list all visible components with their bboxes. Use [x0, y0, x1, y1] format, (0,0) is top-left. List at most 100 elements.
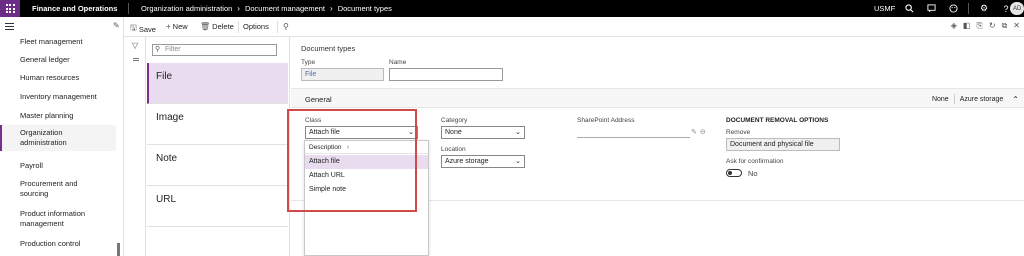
divider	[968, 3, 969, 14]
ask-confirmation-value: No	[748, 169, 758, 178]
nav-item-label: Human resources	[20, 73, 80, 82]
list-item-file[interactable]: File	[147, 63, 288, 104]
summary-category: None	[931, 95, 949, 103]
type-label: Type	[301, 59, 316, 66]
chevron-right-icon: ›	[237, 4, 240, 13]
general-title: General	[305, 95, 332, 104]
nav-item-label: administration	[20, 138, 67, 147]
save-button[interactable]: 🖫 Save	[130, 22, 156, 36]
filter-icon[interactable]: ▽	[132, 41, 138, 50]
filter-strip: ▽	[124, 37, 146, 256]
location-select[interactable]: Azure storage ⌄	[441, 155, 525, 168]
page-tools: ◈ ◧ ⎘ ↻ ⧉ ✕	[951, 21, 1020, 31]
action-search-button[interactable]: ⚲	[283, 22, 289, 31]
action-pane: 🖫 Save + New 🗑 Delete Options ⚲ ◈ ◧ ⎘ ↻ …	[124, 17, 1024, 37]
new-label: New	[172, 22, 188, 31]
nav-item-label: Fleet management	[20, 37, 83, 46]
list-item-label: File	[156, 71, 173, 82]
nav-item-label: Payroll	[20, 161, 43, 170]
top-bar: Finance and Operations Organization admi…	[0, 0, 1024, 17]
nav-item-organization-administration[interactable]: Organization administration	[0, 125, 116, 151]
nav-scrollbar[interactable]	[117, 243, 120, 256]
nav-item-procurement-and-sourcing[interactable]: Procurement and sourcing	[0, 179, 78, 199]
pin-icon[interactable]: ✎	[113, 21, 120, 30]
plus-icon: +	[166, 22, 171, 31]
nav-item-label: management	[20, 219, 64, 228]
category-select[interactable]: None ⌄	[441, 126, 525, 139]
diamond-icon[interactable]: ◈	[951, 21, 957, 31]
nav-item-label: General ledger	[20, 55, 70, 64]
chevron-right-icon: ›	[330, 4, 333, 13]
gear-icon[interactable]: ⚙	[977, 2, 991, 15]
chat-icon[interactable]	[924, 2, 938, 15]
app-name[interactable]: Finance and Operations	[32, 4, 117, 13]
breadcrumb-item[interactable]: Document types	[338, 4, 392, 13]
open-new-window-icon[interactable]: ⧉	[1002, 21, 1008, 31]
nav-item-inventory-management[interactable]: Inventory management	[0, 92, 97, 102]
new-button[interactable]: + New	[166, 22, 188, 31]
ask-confirmation-toggle[interactable]	[726, 169, 742, 177]
attachment-icon[interactable]: ⎘	[976, 21, 982, 31]
general-fasttab-header[interactable]: General None Azure storage ⌃	[291, 88, 1024, 108]
sharepoint-address-field[interactable]	[577, 126, 690, 138]
filter-placeholder: Filter	[165, 46, 181, 53]
delete-button[interactable]: 🗑 Delete	[200, 22, 234, 31]
highlight-annotation	[287, 109, 417, 212]
location-label: Location	[441, 146, 466, 153]
list-view-icon[interactable]	[133, 58, 139, 62]
nav-item-human-resources[interactable]: Human resources	[0, 73, 79, 83]
options-tab[interactable]: Options	[243, 22, 269, 31]
chevron-down-icon: ⌄	[515, 129, 521, 136]
nav-item-label: Inventory management	[20, 92, 97, 101]
nav-item-general-ledger[interactable]: General ledger	[0, 55, 70, 65]
nav-item-label: Procurement and	[20, 179, 78, 188]
list-item-label: Image	[156, 112, 184, 123]
nav-item-label: Organization	[20, 128, 63, 137]
search-icon: ⚲	[283, 22, 289, 31]
company-picker[interactable]: USMF	[874, 4, 895, 13]
edit-icon[interactable]: ✎	[691, 128, 697, 136]
breadcrumb-item[interactable]: Document management	[245, 4, 325, 13]
page-title: Document types	[301, 44, 356, 53]
clear-icon[interactable]: ⊖	[700, 128, 706, 136]
type-field: File	[301, 68, 384, 81]
category-label: Category	[441, 117, 468, 124]
nav-item-label: sourcing	[20, 189, 49, 198]
trash-icon: 🗑	[200, 22, 211, 31]
remove-label: Remove	[726, 129, 751, 136]
nav-item-production-control[interactable]: Production control	[0, 239, 80, 249]
nav-item-fleet-management[interactable]: Fleet management	[0, 37, 83, 47]
smiley-icon[interactable]	[946, 2, 960, 15]
filter-input[interactable]: ⚲ Filter	[152, 44, 277, 56]
list-item-note[interactable]: Note	[147, 145, 288, 186]
nav-item-product-information-management[interactable]: Product information management	[0, 209, 85, 229]
hamburger-icon[interactable]	[5, 23, 14, 32]
close-icon[interactable]: ✕	[1013, 21, 1020, 31]
list-item-label: Note	[156, 153, 178, 164]
breadcrumb-item[interactable]: Organization administration	[141, 4, 232, 13]
search-icon[interactable]	[902, 2, 916, 15]
app-launcher-icon[interactable]	[0, 0, 20, 17]
ask-confirmation-label: Ask for confirmation	[726, 158, 784, 165]
name-label: Name	[389, 59, 407, 66]
top-icon-group: ⚙ ?	[902, 2, 1013, 15]
list-pane: ⚲ Filter File Image Note URL	[147, 37, 288, 256]
remove-field[interactable]: Document and physical file	[726, 138, 840, 151]
divider	[128, 3, 129, 14]
location-value: Azure storage	[445, 158, 489, 165]
divider	[277, 21, 278, 33]
save-icon: 🖫	[130, 23, 137, 32]
nav-item-label: Master planning	[20, 111, 74, 120]
general-summary: None Azure storage ⌃	[932, 94, 1019, 104]
nav-item-master-planning[interactable]: Master planning	[0, 111, 73, 121]
sharepoint-label: SharePoint Address	[577, 117, 635, 124]
list-item-image[interactable]: Image	[147, 104, 288, 145]
chevron-up-icon[interactable]: ⌃	[1012, 95, 1019, 104]
list-item-url[interactable]: URL	[147, 186, 288, 227]
chevron-down-icon: ⌄	[515, 158, 521, 165]
avatar[interactable]: AD	[1010, 2, 1024, 15]
refresh-icon[interactable]: ↻	[989, 21, 996, 31]
office-icon[interactable]: ◧	[963, 21, 971, 31]
nav-item-payroll[interactable]: Payroll	[0, 161, 43, 171]
name-field[interactable]	[389, 68, 503, 81]
